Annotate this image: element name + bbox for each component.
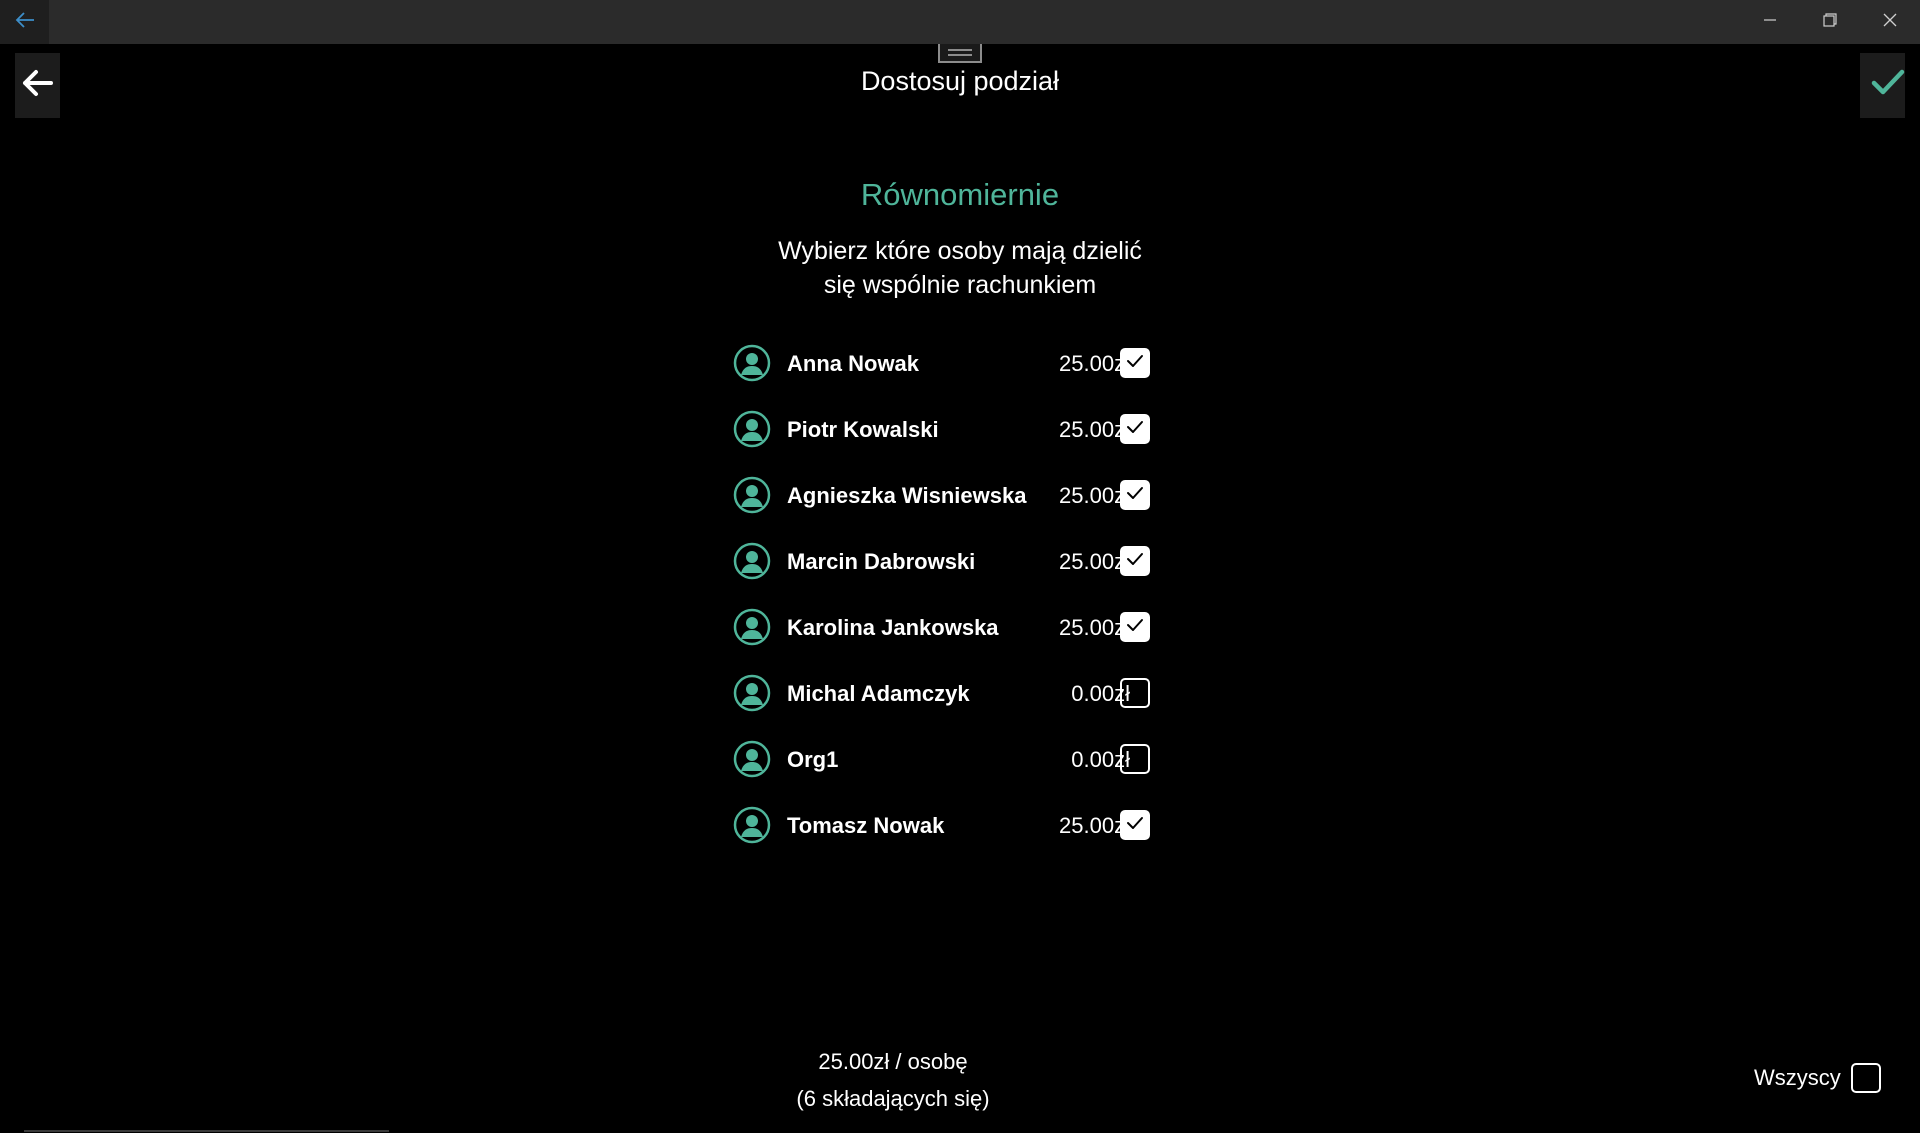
person-amount: 0.00zł: [1071, 681, 1130, 706]
avatar-icon: [733, 410, 771, 448]
window-titlebar: [0, 0, 1920, 44]
checkmark-icon: [1126, 420, 1144, 439]
checkmark-icon: [1126, 618, 1144, 637]
minimize-icon: [1763, 13, 1777, 32]
person-amount: 25.00zł: [1059, 615, 1130, 640]
person-row[interactable]: Anna Nowak 25.00zł: [732, 337, 1152, 403]
checkmark-icon: [1126, 486, 1144, 505]
person-name: Piotr Kowalski: [787, 417, 939, 442]
person-checkbox[interactable]: [1120, 414, 1150, 444]
instruction-line-2: się wspólnie rachunkiem: [823, 271, 1097, 299]
person-checkbox[interactable]: [1120, 480, 1150, 510]
avatar-icon: [733, 740, 771, 778]
person-checkbox[interactable]: [1120, 744, 1150, 774]
avatar-icon: [733, 806, 771, 844]
person-name: Anna Nowak: [787, 351, 920, 376]
checkmark-icon: [1126, 816, 1144, 835]
select-all-label: Wszyscy: [1754, 1065, 1841, 1090]
person-amount: 25.00zł: [1059, 549, 1130, 574]
arrow-left-icon: [15, 11, 35, 33]
select-all-checkbox[interactable]: [1850, 1063, 1881, 1093]
close-button[interactable]: [1860, 0, 1920, 44]
person-checkbox[interactable]: [1120, 348, 1150, 378]
split-summary: 25.00zł / osobę (6 składających się): [693, 1043, 1093, 1117]
person-name: Tomasz Nowak: [787, 813, 945, 838]
person-name: Org1: [787, 747, 839, 772]
restore-button[interactable]: [1800, 0, 1860, 44]
avatar-icon: [733, 608, 771, 646]
split-instructions: Wybierz które osoby mają dzielić się wsp…: [0, 234, 1920, 302]
person-row[interactable]: Piotr Kowalski 25.00zł: [732, 403, 1152, 469]
avatar-icon: [733, 344, 771, 382]
person-name: Karolina Jankowska: [787, 615, 999, 640]
people-list: Anna Nowak 25.00zł Piotr Kowalski 25.00z…: [732, 337, 1152, 865]
person-checkbox[interactable]: [1120, 612, 1150, 642]
person-row[interactable]: Karolina Jankowska 25.00zł: [732, 601, 1152, 667]
avatar-icon: [733, 476, 771, 514]
split-mode-title: Równomiernie: [860, 177, 1060, 212]
person-name: Marcin Dabrowski: [787, 549, 976, 574]
person-row[interactable]: Michal Adamczyk 0.00zł: [732, 667, 1152, 733]
avatar-icon: [733, 542, 771, 580]
restore-icon: [1823, 12, 1837, 32]
person-amount: 25.00zł: [1059, 813, 1130, 838]
person-row[interactable]: Tomasz Nowak 25.00zł: [732, 799, 1152, 865]
person-amount: 0.00zł: [1071, 747, 1130, 772]
person-name: Michal Adamczyk: [787, 681, 970, 706]
person-amount: 25.00zł: [1059, 351, 1130, 376]
close-icon: [1883, 13, 1897, 32]
window-back-button[interactable]: [0, 0, 49, 44]
participant-count: (6 składających się): [796, 1086, 990, 1111]
instruction-line-1: Wybierz które osoby mają dzielić: [778, 237, 1142, 265]
person-checkbox[interactable]: [1120, 546, 1150, 576]
confirm-button[interactable]: [1860, 53, 1905, 118]
per-person-amount: 25.00zł / osobę: [818, 1049, 968, 1074]
page-title: Dostosuj podział: [860, 66, 1060, 96]
person-row[interactable]: Marcin Dabrowski 25.00zł: [732, 535, 1152, 601]
person-row[interactable]: Org1 0.00zł: [732, 733, 1152, 799]
select-all-toggle[interactable]: Wszyscy: [1754, 1063, 1881, 1093]
bottom-divider: [24, 1130, 389, 1132]
avatar-icon: [733, 674, 771, 712]
checkmark-icon: [1126, 552, 1144, 571]
person-checkbox[interactable]: [1120, 678, 1150, 708]
checkmark-icon: [1126, 354, 1144, 373]
person-amount: 25.00zł: [1059, 417, 1130, 442]
person-checkbox[interactable]: [1120, 810, 1150, 840]
person-row[interactable]: Agnieszka Wisniewska 25.00zł: [732, 469, 1152, 535]
drag-handle[interactable]: [938, 44, 982, 63]
minimize-button[interactable]: [1740, 0, 1800, 44]
person-amount: 25.00zł: [1059, 483, 1130, 508]
checkmark-icon: [1871, 69, 1905, 102]
